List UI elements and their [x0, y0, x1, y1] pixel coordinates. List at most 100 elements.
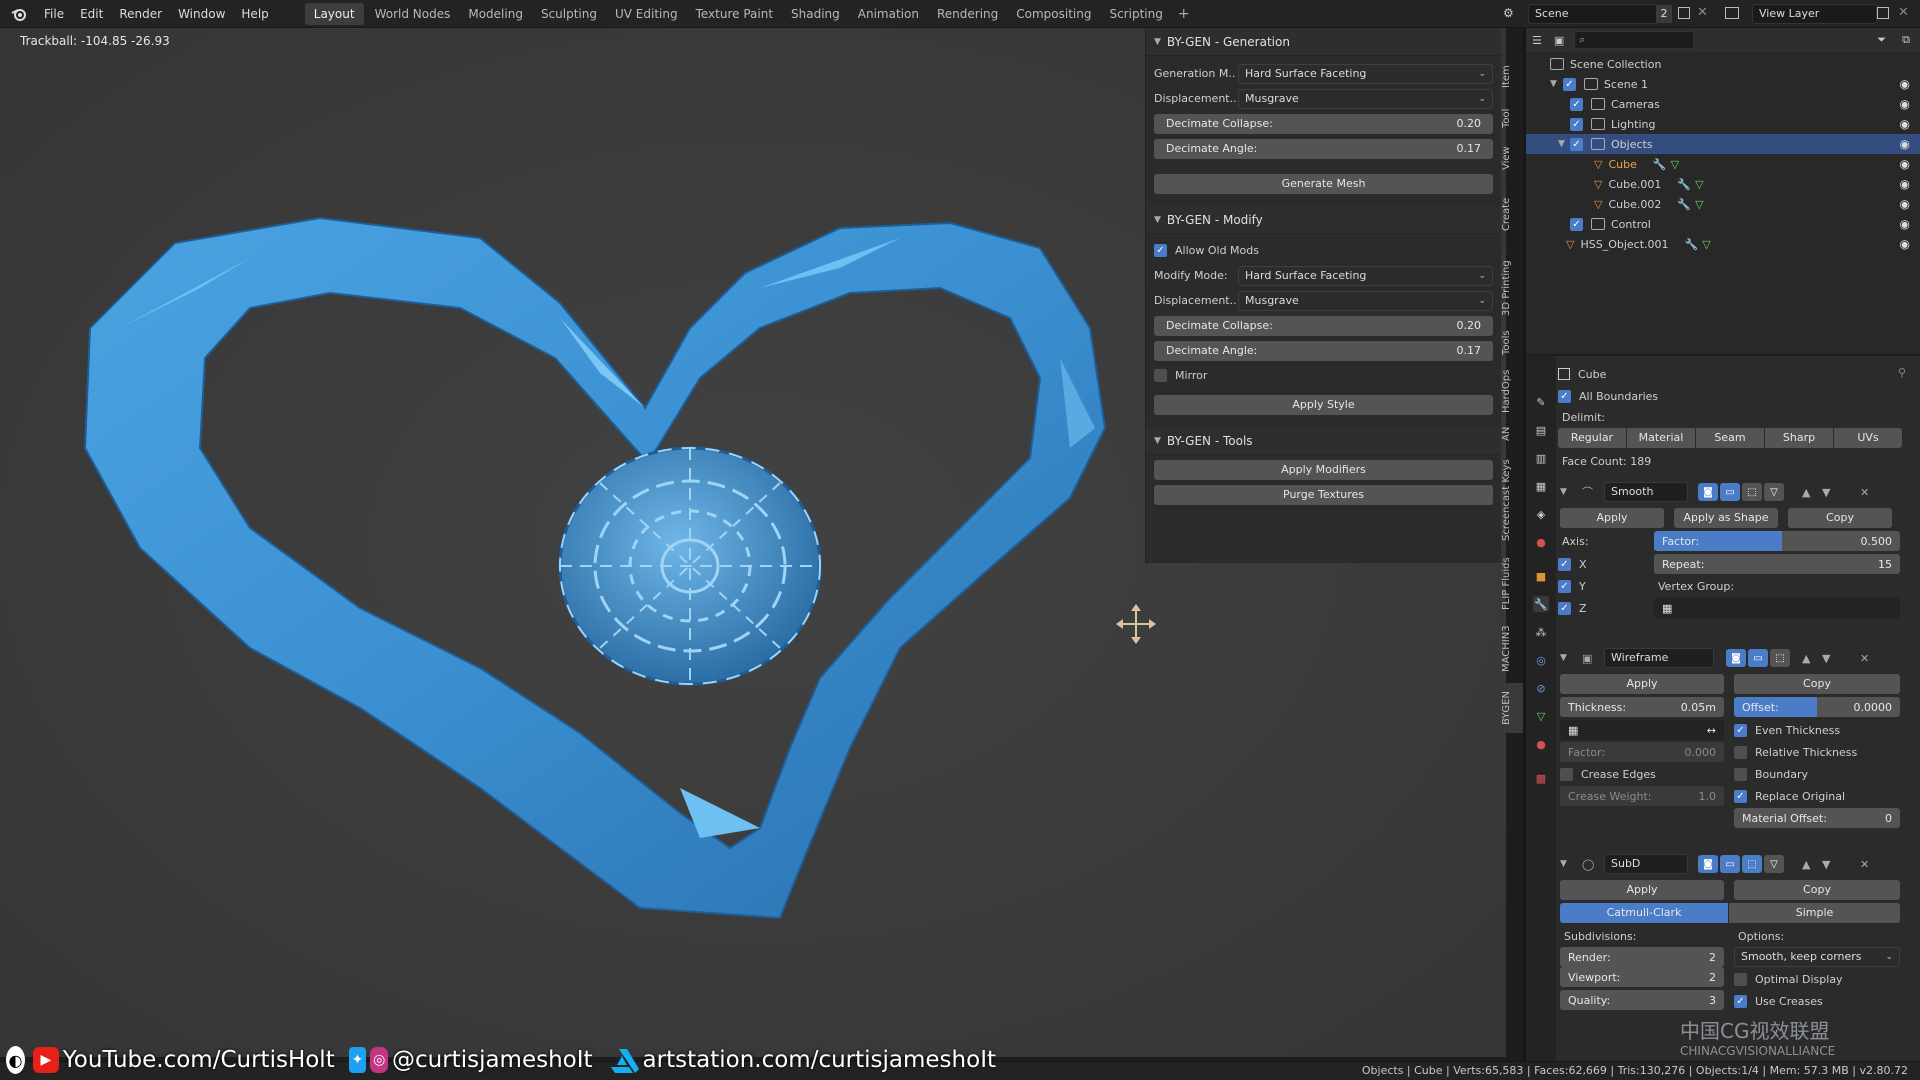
move-down-icon[interactable]: ▼ — [1822, 858, 1830, 871]
smooth-apply-button[interactable]: Apply — [1560, 508, 1664, 528]
material-tab-icon[interactable]: ● — [1533, 736, 1549, 752]
invert-arrows-icon[interactable]: ↔ — [1707, 724, 1716, 737]
output-tab-icon[interactable]: ▥ — [1533, 450, 1549, 466]
collapse-triangle-icon[interactable]: ▼ — [1560, 859, 1567, 869]
scene-selector[interactable]: Scene — [1528, 4, 1658, 24]
new-view-layer-icon[interactable] — [1877, 7, 1889, 19]
crease-weight-field[interactable]: Crease Weight: 1.0 — [1560, 786, 1724, 806]
move-down-icon[interactable]: ▼ — [1822, 486, 1830, 499]
on-cage-icon[interactable]: ▽ — [1764, 483, 1784, 501]
object-tab-icon[interactable]: ■ — [1533, 568, 1549, 584]
camera-render-icon[interactable]: ◙ — [1698, 483, 1718, 501]
new-collection-icon[interactable]: ⧉ — [1902, 33, 1910, 47]
tab-screencast-keys[interactable]: Screencast Keys — [1501, 453, 1523, 548]
on-cage-icon[interactable]: ▽ — [1764, 855, 1784, 873]
wireframe-vertex-group-field[interactable]: ▦ ↔ — [1560, 720, 1724, 740]
workspace-tab-sculpting[interactable]: Sculpting — [532, 0, 606, 28]
menu-edit[interactable]: Edit — [72, 0, 111, 28]
modifier-wrench-icon[interactable]: 🔧 — [1685, 238, 1699, 251]
subd-apply-button[interactable]: Apply — [1560, 880, 1724, 900]
panel-header-generation[interactable]: ▼ BY-GEN - Generation — [1146, 28, 1501, 56]
allow-old-mods-checkbox[interactable]: ✓ — [1154, 244, 1167, 257]
tab-bygen[interactable]: BYGEN — [1501, 683, 1523, 733]
tab-view[interactable]: View — [1501, 138, 1523, 178]
visibility-eye-icon[interactable]: ◉ — [1900, 177, 1910, 191]
collapse-triangle-icon[interactable]: ▼ — [1560, 653, 1567, 663]
uv-smooth-dropdown[interactable]: Smooth, keep corners ⌄ — [1734, 947, 1900, 967]
world-tab-icon[interactable]: ● — [1533, 534, 1549, 550]
collapse-triangle-icon[interactable]: ▼ — [1154, 215, 1161, 225]
decimate-angle-field[interactable]: Decimate Angle: 0.17 — [1154, 138, 1493, 159]
pin-icon[interactable]: ⚲ — [1898, 366, 1906, 379]
panel-header-tools[interactable]: ▼ BY-GEN - Tools — [1146, 427, 1501, 455]
visibility-eye-icon[interactable]: ◉ — [1900, 117, 1910, 131]
offset-slider[interactable]: Offset: 0.0000 — [1734, 697, 1900, 717]
viewport-levels-field[interactable]: Viewport: 2 — [1560, 967, 1724, 987]
constraints-tab-icon[interactable]: ⊘ — [1533, 680, 1549, 696]
include-checkbox[interactable]: ✓ — [1562, 77, 1576, 91]
scene-tab-icon[interactable]: ◈ — [1533, 506, 1549, 522]
visibility-eye-icon[interactable]: ◉ — [1900, 217, 1910, 231]
view-layer-selector[interactable]: View Layer — [1752, 4, 1877, 24]
modify-mode-dropdown[interactable]: Hard Surface Faceting ⌄ — [1238, 265, 1493, 286]
workspace-tab-rendering[interactable]: Rendering — [928, 0, 1007, 28]
simple-toggle[interactable]: Simple — [1729, 903, 1900, 923]
displacement-dropdown[interactable]: Musgrave ⌄ — [1238, 88, 1493, 109]
delimit-sharp[interactable]: Sharp — [1765, 428, 1833, 448]
delimit-uvs[interactable]: UVs — [1834, 428, 1902, 448]
camera-render-icon[interactable]: ◙ — [1698, 855, 1718, 873]
visibility-eye-icon[interactable]: ◉ — [1900, 157, 1910, 171]
workspace-tab-compositing[interactable]: Compositing — [1007, 0, 1100, 28]
wireframe-factor-field[interactable]: Factor: 0.000 — [1560, 742, 1724, 762]
apply-as-shape-key-button[interactable]: Apply as Shape Key — [1674, 508, 1778, 544]
expand-arrow-icon[interactable]: ▼ — [1558, 139, 1565, 149]
smooth-factor-slider[interactable]: Factor: 0.500 — [1654, 531, 1900, 551]
crease-edges-checkbox[interactable] — [1560, 767, 1573, 781]
move-up-icon[interactable]: ▲ — [1802, 652, 1810, 665]
axis-x-checkbox[interactable]: ✓ — [1558, 557, 1571, 571]
decimate-collapse-field[interactable]: Decimate Collapse: 0.20 — [1154, 315, 1493, 336]
view-layer-icon[interactable] — [1725, 7, 1739, 19]
subd-copy-button[interactable]: Copy — [1734, 880, 1900, 900]
outliner-row[interactable]: ▽ Cube.002 🔧 ▽ ◉ — [1526, 194, 1920, 214]
edit-mode-icon[interactable]: ⬚ — [1742, 855, 1762, 873]
outliner-row[interactable]: ▽ Cube.001 🔧 ▽ ◉ — [1526, 174, 1920, 194]
display-mode-icon[interactable]: ☰ — [1532, 34, 1542, 47]
modifier-wrench-icon[interactable]: 🔧 — [1677, 198, 1691, 211]
purge-textures-button[interactable]: Purge Textures — [1154, 484, 1493, 505]
move-down-icon[interactable]: ▼ — [1822, 652, 1830, 665]
outliner-row-selected[interactable]: ▼ ✓ Objects ◉ — [1526, 134, 1920, 154]
tab-3d-printing[interactable]: 3D Printing — [1501, 253, 1523, 323]
visibility-eye-icon[interactable]: ◉ — [1900, 237, 1910, 251]
physics-tab-icon[interactable]: ◎ — [1533, 652, 1549, 668]
wireframe-sphere[interactable] — [558, 446, 822, 686]
menu-window[interactable]: Window — [170, 0, 233, 28]
display-viewport-icon[interactable]: ▭ — [1720, 855, 1740, 873]
delete-view-layer-icon[interactable]: ✕ — [1898, 5, 1909, 20]
filter-icon[interactable]: ▣ — [1554, 34, 1564, 47]
close-icon[interactable]: ✕ — [1860, 652, 1869, 665]
apply-style-button[interactable]: Apply Style — [1154, 394, 1493, 415]
visibility-eye-icon[interactable]: ◉ — [1900, 137, 1910, 151]
close-icon[interactable]: ✕ — [1860, 486, 1869, 499]
generation-mode-dropdown[interactable]: Hard Surface Faceting ⌄ — [1238, 63, 1493, 84]
delimit-regular[interactable]: Regular — [1558, 428, 1626, 448]
mesh-data-tab-icon[interactable]: ▽ — [1533, 708, 1549, 724]
include-checkbox[interactable]: ✓ — [1570, 97, 1583, 111]
all-boundaries-checkbox[interactable]: ✓ — [1558, 389, 1571, 403]
optimal-display-checkbox[interactable] — [1734, 972, 1747, 986]
modifier-wrench-icon[interactable]: 🔧 — [1653, 158, 1667, 171]
render-tab-icon[interactable]: ▤ — [1533, 422, 1549, 438]
texture-tab-icon[interactable]: ▩ — [1533, 770, 1549, 786]
even-thickness-checkbox[interactable]: ✓ — [1734, 723, 1747, 737]
collapse-triangle-icon[interactable]: ▼ — [1560, 487, 1567, 497]
workspace-tab-texture-paint[interactable]: Texture Paint — [687, 0, 782, 28]
menu-help[interactable]: Help — [233, 0, 276, 28]
workspace-tab-uv-editing[interactable]: UV Editing — [606, 0, 687, 28]
include-checkbox[interactable]: ✓ — [1570, 117, 1583, 131]
tab-create[interactable]: Create — [1501, 178, 1523, 250]
workspace-tab-animation[interactable]: Animation — [849, 0, 928, 28]
quality-field[interactable]: Quality: 3 — [1560, 990, 1724, 1010]
tab-machin3[interactable]: MACHIN3 — [1501, 618, 1523, 680]
outliner-row[interactable]: ▽ Cube 🔧 ▽ ◉ — [1526, 154, 1920, 174]
